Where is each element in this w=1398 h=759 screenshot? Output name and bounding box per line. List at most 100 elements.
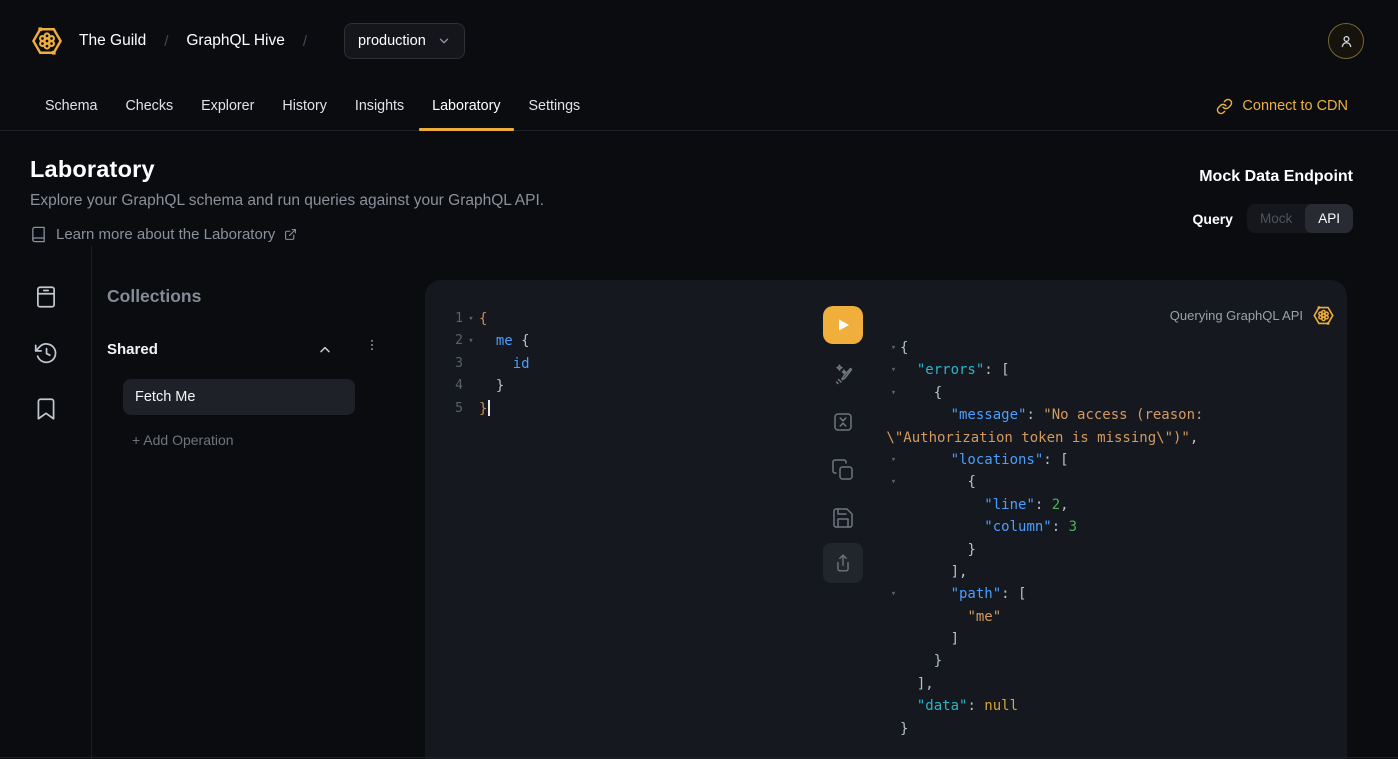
- bottom-border: [0, 757, 1398, 758]
- editor-toolbar: [823, 306, 863, 583]
- chevron-down-icon: [437, 34, 451, 48]
- connect-cdn-link[interactable]: Connect to CDN: [1216, 82, 1348, 130]
- tab-insights[interactable]: Insights: [341, 82, 418, 130]
- learn-more-label: Learn more about the Laboratory: [56, 226, 275, 243]
- code-line: ▾ "path": [: [887, 583, 1335, 605]
- fold-gutter: [887, 628, 900, 650]
- target-selector-label: production: [358, 33, 426, 49]
- fold-gutter: [887, 650, 900, 672]
- tab-settings[interactable]: Settings: [515, 82, 595, 130]
- bookmark-icon[interactable]: [33, 396, 59, 422]
- book-icon: [30, 226, 47, 243]
- code-line: 2▾ me {: [443, 330, 530, 352]
- query-toggle-label: Query: [1193, 211, 1233, 227]
- query-editor[interactable]: 1▾{2▾ me {3 id4 }5}: [443, 308, 530, 420]
- code-line: ▾{: [887, 337, 1335, 359]
- code-line: \"Authorization token is missing\")",: [887, 427, 1335, 449]
- save-icon[interactable]: [831, 506, 855, 530]
- endpoint-status: Querying GraphQL API: [887, 304, 1335, 327]
- fold-gutter: [887, 539, 900, 561]
- fold-icon[interactable]: ▾: [463, 330, 479, 352]
- code-line: }: [887, 650, 1335, 672]
- text-cursor: [488, 400, 490, 416]
- endpoint-status-label: Querying GraphQL API: [1170, 308, 1303, 323]
- toggle-option-api[interactable]: API: [1305, 204, 1353, 233]
- hive-logo-icon: [30, 24, 64, 58]
- play-icon: [835, 317, 851, 333]
- connect-cdn-label: Connect to CDN: [1242, 98, 1348, 114]
- fold-gutter: [887, 494, 900, 516]
- link-icon: [1216, 98, 1233, 115]
- fold-gutter: [887, 718, 900, 740]
- share-icon[interactable]: [823, 543, 863, 583]
- code-line: ▾ {: [887, 471, 1335, 493]
- page-subtitle: Explore your GraphQL schema and run quer…: [30, 192, 1353, 210]
- fold-icon[interactable]: ▾: [887, 382, 900, 404]
- merge-fragments-icon[interactable]: [831, 410, 855, 434]
- operations-list: Fetch Me: [123, 379, 407, 415]
- endpoint-settings: Mock Data Endpoint Query MockAPI: [1193, 168, 1354, 233]
- code-line: }: [887, 539, 1335, 561]
- tab-schema[interactable]: Schema: [31, 82, 111, 130]
- line-number: 2: [443, 330, 463, 352]
- user-avatar-button[interactable]: [1328, 23, 1364, 59]
- line-number: 1: [443, 308, 463, 330]
- line-number: 5: [443, 398, 463, 420]
- response-viewer[interactable]: Querying GraphQL API ▾{▾ "errors": [▾ { …: [887, 304, 1335, 740]
- learn-more-link[interactable]: Learn more about the Laboratory: [30, 226, 297, 243]
- breadcrumb-org[interactable]: The Guild: [79, 32, 146, 50]
- line-number: 4: [443, 375, 463, 397]
- nav-tabs: SchemaChecksExplorerHistoryInsightsLabor…: [31, 82, 594, 130]
- fold-gutter: [887, 516, 900, 538]
- code-line: 1▾{: [443, 308, 530, 330]
- fold-icon[interactable]: ▾: [887, 583, 900, 605]
- external-link-icon: [284, 228, 297, 241]
- breadcrumb-separator: /: [164, 33, 168, 50]
- code-line: ▾ "errors": [: [887, 359, 1335, 381]
- fold-gutter: [887, 606, 900, 628]
- prettify-icon[interactable]: [831, 362, 855, 386]
- collection-group-label: Shared: [107, 341, 158, 358]
- fold-icon[interactable]: ▾: [463, 308, 479, 330]
- fold-icon[interactable]: ▾: [887, 449, 900, 471]
- code-line: "data": null: [887, 695, 1335, 717]
- code-line: "column": 3: [887, 516, 1335, 538]
- response-json: ▾{▾ "errors": [▾ { "message": "No access…: [887, 337, 1335, 740]
- chevron-up-icon: [317, 342, 333, 358]
- page-header: Laboratory Explore your GraphQL schema a…: [0, 131, 1398, 246]
- fold-icon[interactable]: ▾: [887, 471, 900, 493]
- sidebar-divider: [91, 246, 92, 759]
- fold-icon[interactable]: ▾: [887, 359, 900, 381]
- plugin-sidebar: [0, 246, 91, 759]
- target-selector-button[interactable]: production: [344, 23, 465, 59]
- fold-gutter: [887, 404, 900, 426]
- code-line: ],: [887, 673, 1335, 695]
- kebab-menu-icon[interactable]: [365, 336, 379, 354]
- tab-laboratory[interactable]: Laboratory: [418, 82, 514, 130]
- fold-gutter: [463, 398, 479, 420]
- history-icon[interactable]: [33, 340, 59, 366]
- execute-query-button[interactable]: [823, 306, 863, 344]
- line-number: 3: [443, 353, 463, 375]
- graphiql-panel: 1▾{2▾ me {3 id4 }5}: [425, 280, 1347, 759]
- page-title: Laboratory: [30, 156, 1353, 183]
- tab-checks[interactable]: Checks: [111, 82, 187, 130]
- fold-icon[interactable]: ▾: [887, 337, 900, 359]
- main-nav: SchemaChecksExplorerHistoryInsightsLabor…: [0, 82, 1398, 131]
- docs-icon[interactable]: [33, 284, 59, 310]
- collections-heading: Collections: [107, 286, 407, 307]
- add-operation-button[interactable]: + Add Operation: [132, 432, 234, 448]
- fold-gutter: [887, 561, 900, 583]
- toggle-option-mock[interactable]: Mock: [1247, 204, 1305, 233]
- operation-item[interactable]: Fetch Me: [123, 379, 355, 415]
- mock-api-toggle: MockAPI: [1247, 204, 1353, 233]
- copy-icon[interactable]: [831, 458, 855, 482]
- code-line: ],: [887, 561, 1335, 583]
- code-line: 5}: [443, 398, 530, 420]
- breadcrumb-project[interactable]: GraphQL Hive: [186, 32, 285, 50]
- tab-explorer[interactable]: Explorer: [187, 82, 268, 130]
- collection-group-shared[interactable]: Shared: [107, 341, 379, 358]
- tab-history[interactable]: History: [268, 82, 340, 130]
- code-line: 4 }: [443, 375, 530, 397]
- code-line: ▾ "locations": [: [887, 449, 1335, 471]
